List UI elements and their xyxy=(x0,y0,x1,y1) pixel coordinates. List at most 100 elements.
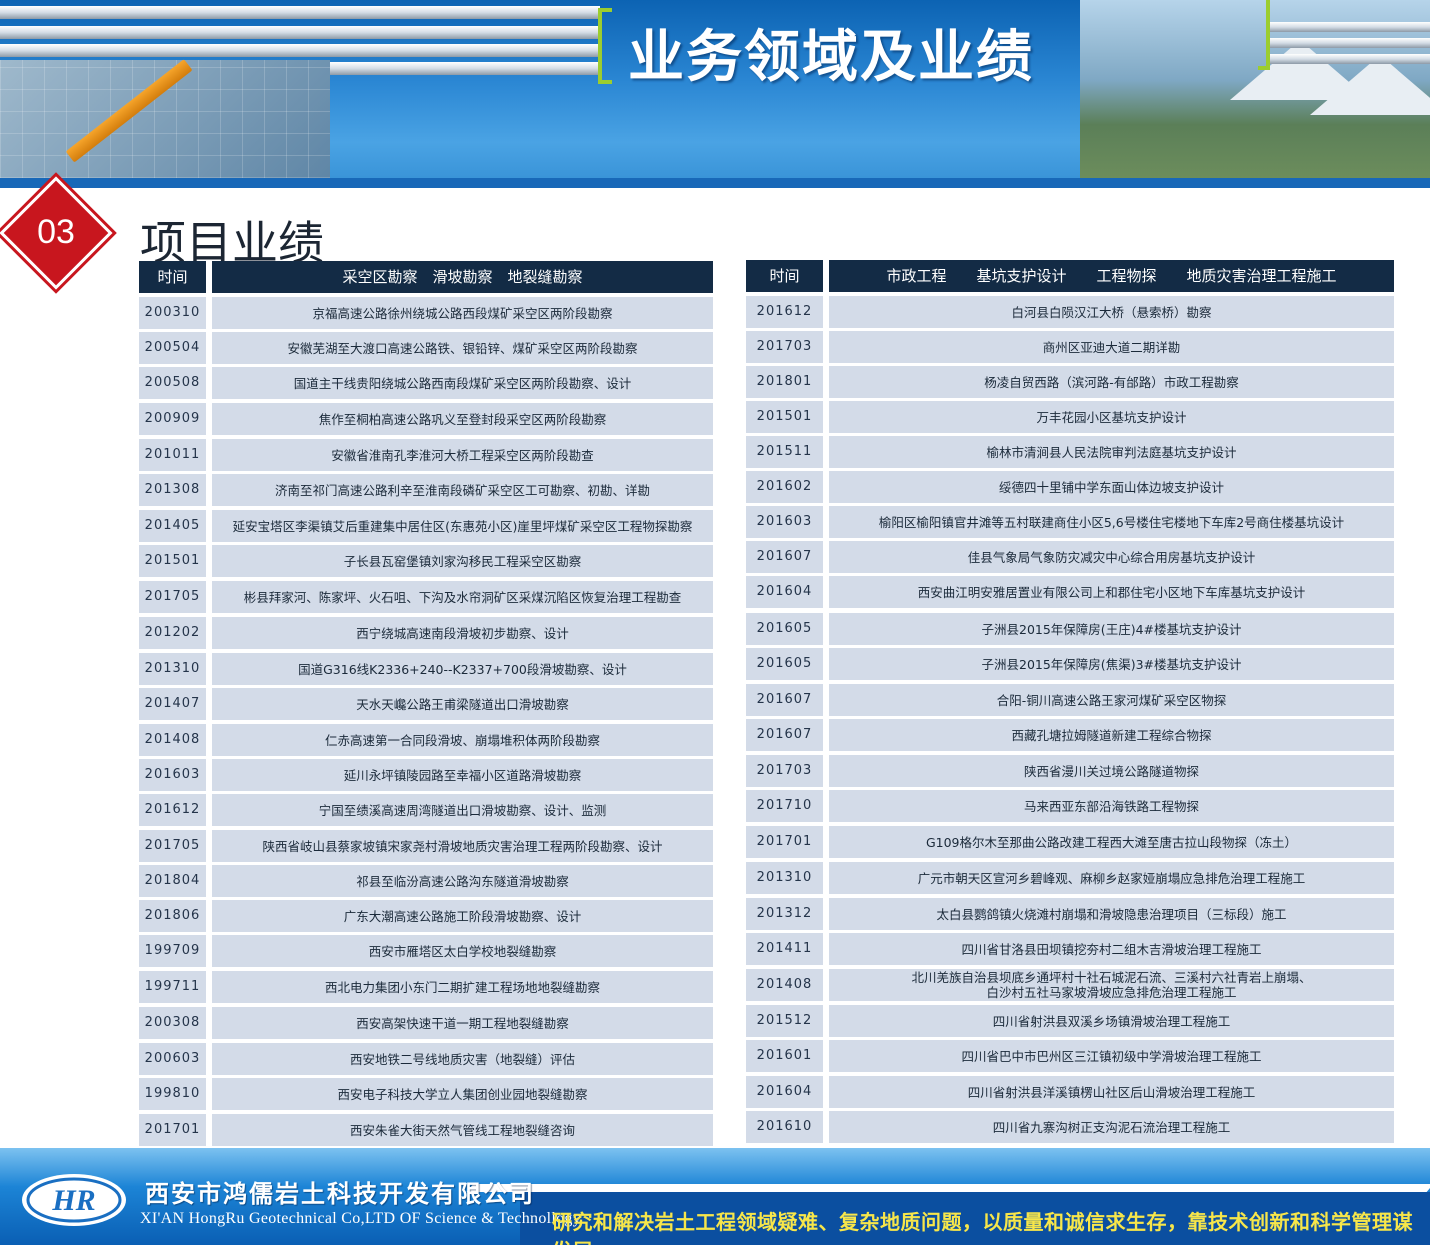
banner-stripe xyxy=(1270,22,1430,32)
footer-banner: HR 西安市鸿儒岩土科技开发有限公司 XI'AN HongRu Geotechn… xyxy=(0,1148,1430,1245)
row-description: 西安市雁塔区太白学校地裂缝勘察 xyxy=(212,935,713,967)
row-description: G109格尔木至那曲公路改建工程西大滩至唐古拉山段物探（冻土） xyxy=(829,826,1394,858)
section-number: 03 xyxy=(37,213,75,251)
row-description: 广东大潮高速公路施工阶段滑坡勘察、设计 xyxy=(212,900,713,932)
row-time: 201408 xyxy=(139,724,206,756)
row-time: 201603 xyxy=(139,759,206,791)
table-row: 201408 仁赤高速第一合同段滑坡、崩塌堆积体两阶段勘察 xyxy=(139,724,713,756)
row-time: 201411 xyxy=(746,933,823,965)
row-time: 199709 xyxy=(139,935,206,967)
row-description: 安徽省淮南孔李淮河大桥工程采空区两阶段勘查 xyxy=(212,439,713,471)
table-row: 200310 京福高速公路徐州绕城公路西段煤矿采空区两阶段勘察 xyxy=(139,297,713,329)
row-time: 200508 xyxy=(139,367,206,399)
footer-accent-stripe xyxy=(466,1184,1430,1192)
table-row: 201705 彬县拜家河、陈家坪、火石咀、下沟及水帘洞矿区采煤沉陷区恢复治理工程勘… xyxy=(139,581,713,613)
table-row: 199709 西安市雁塔区太白学校地裂缝勘察 xyxy=(139,935,713,967)
table-row: 201701 西安朱雀大街天然气管线工程地裂缝咨询 xyxy=(139,1114,713,1146)
row-description: 杨凌自贸西路（滨河路-有邰路）市政工程勘察 xyxy=(829,366,1394,398)
row-description: 子洲县2015年保障房(焦渠)3#楼基坑支护设计 xyxy=(829,648,1394,680)
row-time: 201603 xyxy=(746,506,823,538)
row-time: 201607 xyxy=(746,541,823,573)
row-description: 太白县鹦鸽镇火烧滩村崩塌和滑坡隐患治理项目（三标段）施工 xyxy=(829,898,1394,930)
company-name-cn: 西安市鸿儒岩土科技开发有限公司 xyxy=(145,1180,535,1208)
banner-rule xyxy=(0,178,1430,188)
row-time: 201407 xyxy=(139,688,206,720)
row-time: 201804 xyxy=(139,865,206,897)
row-time: 199711 xyxy=(139,971,206,1003)
table-row: 200504 安徽芜湖至大渡口高速公路铁、银铅锌、煤矿采空区两阶段勘察 xyxy=(139,332,713,364)
company-logo-icon: HR xyxy=(22,1174,126,1226)
table-row: 201612 宁国至绩溪高速周湾隧道出口滑坡勘察、设计、监测 xyxy=(139,794,713,826)
row-description: 四川省巴中市巴州区三江镇初级中学滑坡治理工程施工 xyxy=(829,1040,1394,1072)
header-banner: 业务领域及业绩 xyxy=(0,0,1430,178)
row-description: 国道G316线K2336+240--K2337+700段滑坡勘察、设计 xyxy=(212,653,713,685)
row-description: 四川省九寨沟树正支沟泥石流治理工程施工 xyxy=(829,1111,1394,1143)
row-description: 延川永坪镇陵园路至幸福小区道路滑坡勘察 xyxy=(212,759,713,791)
row-time: 201607 xyxy=(746,719,823,751)
row-description: 西北电力集团小东门二期扩建工程场地地裂缝勘察 xyxy=(212,971,713,1003)
row-description: 榆阳区榆阳镇官井滩等五村联建商住小区5,6号楼住宅楼地下车库2号商住楼基坑设计 xyxy=(829,506,1394,538)
row-description: 佳县气象局气象防灾减灾中心综合用房基坑支护设计 xyxy=(829,541,1394,573)
row-description: 广元市朝天区宣河乡碧峰观、麻柳乡赵家娅崩塌应急排危治理工程施工 xyxy=(829,862,1394,894)
row-description: 子长县瓦窑堡镇刘家沟移民工程采空区勘察 xyxy=(212,545,713,577)
row-time: 201501 xyxy=(139,545,206,577)
row-description: 绥德四十里铺中学东面山体边坡支护设计 xyxy=(829,471,1394,503)
row-description: 祁县至临汾高速公路沟东隧道滑坡勘察 xyxy=(212,865,713,897)
table-row: 201407 天水天巉公路王甫梁隧道出口滑坡勘察 xyxy=(139,688,713,720)
table-row: 201511 榆林市清涧县人民法院审判法庭基坑支护设计 xyxy=(746,436,1394,468)
row-description: 宁国至绩溪高速周湾隧道出口滑坡勘察、设计、监测 xyxy=(212,794,713,826)
table-row: 201605 子洲县2015年保障房(王庄)4#楼基坑支护设计 xyxy=(746,613,1394,645)
row-time: 201607 xyxy=(746,684,823,716)
row-time: 201202 xyxy=(139,617,206,649)
row-time: 201604 xyxy=(746,576,823,608)
title-bracket-left xyxy=(598,8,612,84)
table-row: 201501 万丰花园小区基坑支护设计 xyxy=(746,401,1394,433)
table-row: 201512 四川省射洪县双溪乡场镇滑坡治理工程施工 xyxy=(746,1005,1394,1037)
table-row: 201806 广东大潮高速公路施工阶段滑坡勘察、设计 xyxy=(139,900,713,932)
row-description: 西安曲江明安雅居置业有限公司上和郡住宅小区地下车库基坑支护设计 xyxy=(829,576,1394,608)
table-row: 201703 商州区亚迪大道二期详勘 xyxy=(746,331,1394,363)
row-time: 201602 xyxy=(746,471,823,503)
row-time: 201610 xyxy=(746,1111,823,1143)
banner-stripe xyxy=(0,26,600,39)
row-description: 延安宝塔区李渠镇艾后重建集中居住区(东惠苑小区)崖里坪煤矿采空区工程物探勘察 xyxy=(212,510,713,542)
banner-stripe xyxy=(0,44,600,57)
banner-stripe xyxy=(0,6,600,19)
left-header-time: 时间 xyxy=(139,261,206,293)
row-time: 200308 xyxy=(139,1007,206,1039)
row-description: 四川省射洪县洋溪镇楞山社区后山滑坡治理工程施工 xyxy=(829,1076,1394,1108)
row-description: 济南至祁门高速公路利辛至淮南段磷矿采空区工可勘察、初勘、详勘 xyxy=(212,474,713,506)
row-time: 200310 xyxy=(139,297,206,329)
right-header-category: 市政工程 基坑支护设计 工程物探 地质灾害治理工程施工 xyxy=(829,260,1394,292)
row-time: 201612 xyxy=(139,794,206,826)
table-row: 201801 杨凌自贸西路（滨河路-有邰路）市政工程勘察 xyxy=(746,366,1394,398)
table-row: 199810 西安电子科技大学立人集团创业园地裂缝勘察 xyxy=(139,1078,713,1110)
row-time: 201312 xyxy=(746,898,823,930)
row-description: 彬县拜家河、陈家坪、火石咀、下沟及水帘洞矿区采煤沉陷区恢复治理工程勘查 xyxy=(212,581,713,613)
row-description: 榆林市清涧县人民法院审判法庭基坑支护设计 xyxy=(829,436,1394,468)
table-row: 201411 四川省甘洛县田坝镇挖夯村二组木吉滑坡治理工程施工 xyxy=(746,933,1394,965)
banner-stripe xyxy=(1270,38,1430,48)
table-row: 201705 陕西省岐山县蔡家坡镇宋家尧村滑坡地质灾害治理工程两阶段勘察、设计 xyxy=(139,830,713,862)
table-row: 201710 马来西亚东部沿海铁路工程物探 xyxy=(746,790,1394,822)
row-time: 201801 xyxy=(746,366,823,398)
logo-text: HR xyxy=(51,1184,95,1217)
row-description: 西安高架快速干道一期工程地裂缝勘察 xyxy=(212,1007,713,1039)
company-name-en: XI'AN HongRu Geotechnical Co,LTD OF Scie… xyxy=(140,1210,582,1227)
row-description: 商州区亚迪大道二期详勘 xyxy=(829,331,1394,363)
table-row: 199711 西北电力集团小东门二期扩建工程场地地裂缝勘察 xyxy=(139,971,713,1003)
row-description: 安徽芜湖至大渡口高速公路铁、银铅锌、煤矿采空区两阶段勘察 xyxy=(212,332,713,364)
row-time: 201710 xyxy=(746,790,823,822)
row-time: 201604 xyxy=(746,1076,823,1108)
table-row: 200308 西安高架快速干道一期工程地裂缝勘察 xyxy=(139,1007,713,1039)
table-row: 201501 子长县瓦窑堡镇刘家沟移民工程采空区勘察 xyxy=(139,545,713,577)
company-slogan: 研究和解决岩土工程领域疑难、复杂地质问题，以质量和诚信求生存，靠技术创新和科学管… xyxy=(552,1210,1413,1245)
row-time: 201601 xyxy=(746,1040,823,1072)
row-time: 201408 xyxy=(746,969,823,1001)
row-description: 四川省射洪县双溪乡场镇滑坡治理工程施工 xyxy=(829,1005,1394,1037)
table-row: 201703 陕西省漫川关过境公路隧道物探 xyxy=(746,755,1394,787)
row-time: 201310 xyxy=(139,653,206,685)
table-row: 201603 榆阳区榆阳镇官井滩等五村联建商住小区5,6号楼住宅楼地下车库2号商住… xyxy=(746,506,1394,538)
row-description: 陕西省漫川关过境公路隧道物探 xyxy=(829,755,1394,787)
row-description: 万丰花园小区基坑支护设计 xyxy=(829,401,1394,433)
